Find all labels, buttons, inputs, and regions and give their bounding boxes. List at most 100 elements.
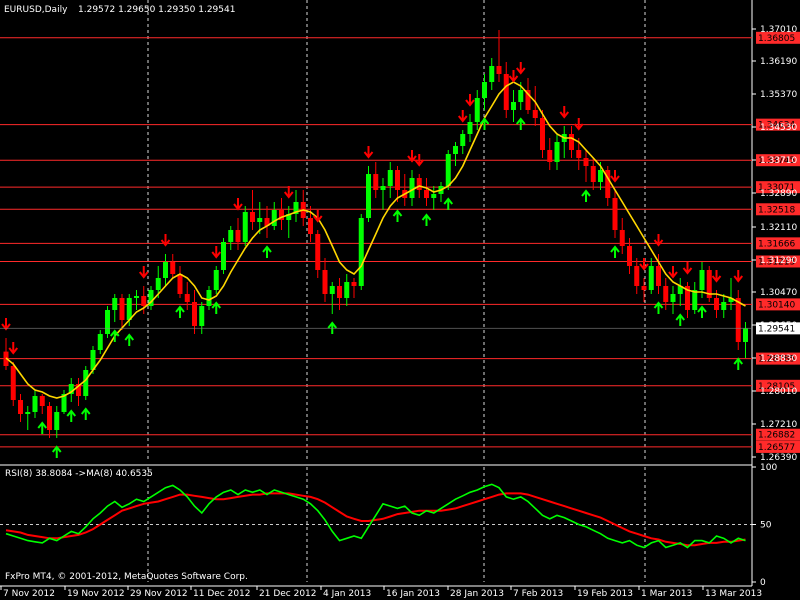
copyright-text: FxPro MT4, © 2001-2012, MetaQuotes Softw… xyxy=(5,572,248,582)
candle-body xyxy=(221,242,226,270)
current-price-label: 1.29541 xyxy=(758,324,795,334)
date-label: 13 Mar 2013 xyxy=(705,589,762,599)
candle-body xyxy=(395,170,400,190)
price-tick-label: 1.30470 xyxy=(760,288,797,298)
candle-body xyxy=(105,310,110,334)
candle-body xyxy=(257,218,263,222)
candle-body xyxy=(648,266,654,290)
rsi-tick-label: 0 xyxy=(760,578,766,588)
candle-body xyxy=(177,274,183,294)
candle-body xyxy=(598,170,603,182)
candle-body xyxy=(583,158,589,166)
candle-body xyxy=(743,328,748,342)
price-tick-label: 1.34530 xyxy=(760,123,797,133)
candle-body xyxy=(482,82,487,98)
date-label: 1 Mar 2013 xyxy=(641,589,692,599)
candle-body xyxy=(192,302,197,326)
date-label: 28 Jan 2013 xyxy=(450,589,504,599)
candle-body xyxy=(554,142,560,162)
date-label: 7 Nov 2012 xyxy=(3,589,55,599)
candle-body xyxy=(380,186,386,190)
level-label: 1.26882 xyxy=(758,431,795,441)
date-label: 19 Nov 2012 xyxy=(67,589,125,599)
candle-body xyxy=(170,262,176,274)
candle-body xyxy=(547,150,553,162)
candle-body xyxy=(540,118,545,150)
price-chart: 1.368051.346341.337451.330711.325181.316… xyxy=(0,0,800,600)
candle-body xyxy=(242,212,248,242)
level-label: 1.36805 xyxy=(758,34,795,44)
candle-body xyxy=(445,154,451,186)
candle-body xyxy=(206,290,212,306)
candle-body xyxy=(634,266,640,286)
level-label: 1.32518 xyxy=(758,205,795,215)
candle-body xyxy=(199,306,205,326)
candle-body xyxy=(416,178,422,190)
date-label: 21 Dec 2012 xyxy=(259,589,317,599)
candle-body xyxy=(329,286,335,294)
candle-body xyxy=(337,286,342,298)
candle-body xyxy=(344,282,350,298)
candle-body xyxy=(39,396,45,406)
price-tick-label: 1.33710 xyxy=(760,156,797,166)
date-label: 11 Dec 2012 xyxy=(193,589,251,599)
level-label: 1.31666 xyxy=(758,239,795,249)
price-tick-label: 1.26390 xyxy=(760,453,797,463)
candle-body xyxy=(373,174,379,190)
candle-body xyxy=(641,286,647,290)
candle-body xyxy=(431,194,437,198)
candle-body xyxy=(358,218,364,286)
candle-body xyxy=(18,400,23,414)
candle-body xyxy=(54,412,60,430)
date-label: 4 Jan 2013 xyxy=(323,589,371,599)
candle-body xyxy=(387,170,393,186)
level-label: 1.30140 xyxy=(758,300,795,310)
candle-body xyxy=(503,74,509,110)
candle-body xyxy=(47,406,52,430)
candle-body xyxy=(235,230,241,242)
candle-body xyxy=(10,366,16,400)
price-tick-label: 1.32110 xyxy=(760,223,797,233)
candle-body xyxy=(670,294,676,302)
price-tick-label: 1.35370 xyxy=(760,90,797,100)
price-tick-label: 1.31290 xyxy=(760,256,797,266)
candle-body xyxy=(460,134,466,146)
level-label: 1.26577 xyxy=(758,443,795,453)
rsi-header: RSI(8) 38.8084 ->MA(8) 40.6535 xyxy=(5,469,153,479)
candle-body xyxy=(699,270,705,290)
ohlc-label: 1.29572 1.29650 1.29350 1.29541 xyxy=(78,5,235,15)
candle-body xyxy=(25,412,31,414)
price-tick-label: 1.36190 xyxy=(760,57,797,67)
candle-body xyxy=(141,296,147,306)
candle-body xyxy=(511,102,516,110)
candle-body xyxy=(590,166,596,182)
rsi-tick-label: 50 xyxy=(760,521,772,531)
candle-body xyxy=(119,298,125,320)
candle-body xyxy=(112,298,118,310)
candle-body xyxy=(576,150,582,158)
candle-body xyxy=(155,278,161,290)
candle-body xyxy=(97,334,103,350)
candle-body xyxy=(518,90,524,102)
rsi-tick-label: 100 xyxy=(760,463,777,473)
price-tick-label: 1.32890 xyxy=(760,189,797,199)
candle-body xyxy=(134,296,139,298)
candle-body xyxy=(163,262,168,278)
candle-body xyxy=(467,122,473,134)
symbol-label: EURUSD,Daily xyxy=(4,5,68,15)
candle-body xyxy=(315,234,321,270)
candle-body xyxy=(619,230,625,246)
candle-body xyxy=(32,396,38,412)
candle-body xyxy=(308,218,313,234)
candle-body xyxy=(612,198,618,230)
candle-body xyxy=(322,270,328,294)
candle-body xyxy=(627,246,632,266)
date-label: 7 Feb 2013 xyxy=(513,589,563,599)
price-tick-label: 1.27210 xyxy=(760,420,797,430)
candle-body xyxy=(721,302,727,310)
candle-body xyxy=(366,174,371,218)
date-label: 19 Feb 2013 xyxy=(577,589,633,599)
price-tick-label: 1.37010 xyxy=(760,25,797,35)
candle-body xyxy=(656,266,661,286)
candle-body xyxy=(424,190,429,198)
